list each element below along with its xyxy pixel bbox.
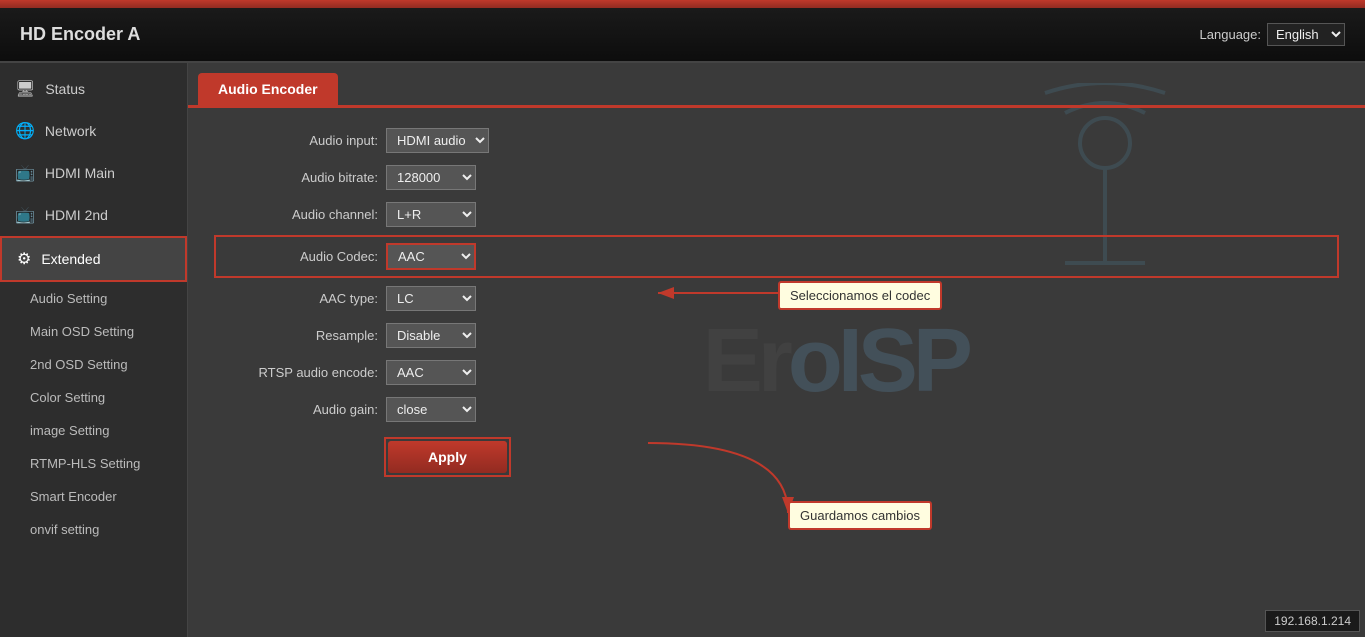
gear-icon: ⚙ [17,249,31,269]
select-audio-bitrate[interactable]: 128000 [386,165,476,190]
select-audio-input[interactable]: HDMI audio [386,128,489,153]
sidebar-item-status[interactable]: 🖥 Status [0,68,187,110]
label-audio-codec: Audio Codec: [218,249,378,264]
sidebar-label-hdmi-main: HDMI Main [45,165,115,181]
select-audio-channel[interactable]: L+R L R [386,202,476,227]
label-audio-bitrate: Audio bitrate: [218,170,378,185]
sidebar-subitem-onvif[interactable]: onvif setting [0,513,187,546]
sidebar-item-extended[interactable]: ⚙ Extended [0,236,187,282]
row-audio-bitrate: Audio bitrate: 128000 [218,165,1335,190]
row-rtsp-audio: RTSP audio encode: AAC G.711 [218,360,1335,385]
select-aac-type[interactable]: LC HE HEv2 [386,286,476,311]
sidebar-subitem-rtmp-hls[interactable]: RTMP-HLS Setting [0,447,187,480]
sidebar-subitem-image-setting[interactable]: image Setting [0,414,187,447]
row-audio-channel: Audio channel: L+R L R [218,202,1335,227]
row-audio-input: Audio input: HDMI audio [218,128,1335,153]
red-bar [0,0,1365,8]
form-area: Audio input: HDMI audio Audio bitrate: 1… [188,108,1365,495]
sidebar-label-hdmi-2nd: HDMI 2nd [45,207,108,223]
sidebar-label-extended: Extended [41,251,100,267]
sidebar-label-network: Network [45,123,96,139]
content-area: EroISP Audio Encoder Audio input: HDMI a… [188,63,1365,637]
row-audio-gain: Audio gain: close low medium high [218,397,1335,422]
sidebar: 🖥 Status 🌐 Network 📺 HDMI Main 📺 HDMI 2n… [0,63,188,637]
ip-badge: 192.168.1.214 [1265,610,1360,632]
label-resample: Resample: [218,328,378,343]
label-aac-type: AAC type: [218,291,378,306]
language-label: Language: [1200,27,1261,42]
hdmi-2nd-icon: 📺 [15,205,35,225]
sidebar-subitem-main-osd[interactable]: Main OSD Setting [0,315,187,348]
label-audio-channel: Audio channel: [218,207,378,222]
language-select[interactable]: English Chinese [1267,23,1345,46]
apply-button[interactable]: Apply [388,441,507,473]
main-layout: 🖥 Status 🌐 Network 📺 HDMI Main 📺 HDMI 2n… [0,63,1365,637]
row-resample: Resample: Disable Enable [218,323,1335,348]
apply-button-wrapper: Apply [386,439,509,475]
label-audio-gain: Audio gain: [218,402,378,417]
monitor-icon: 🖥 [15,79,35,99]
sidebar-subitem-audio-setting[interactable]: Audio Setting [0,282,187,315]
sidebar-item-hdmi-2nd[interactable]: 📺 HDMI 2nd [0,194,187,236]
sidebar-item-hdmi-main[interactable]: 📺 HDMI Main [0,152,187,194]
select-rtsp-audio[interactable]: AAC G.711 [386,360,476,385]
row-audio-codec: Audio Codec: AAC MP3 G.711 [218,239,1335,274]
select-audio-codec[interactable]: AAC MP3 G.711 [386,243,476,270]
globe-icon: 🌐 [15,121,35,141]
sidebar-item-network[interactable]: 🌐 Network [0,110,187,152]
select-resample[interactable]: Disable Enable [386,323,476,348]
sidebar-subitem-smart-encoder[interactable]: Smart Encoder [0,480,187,513]
hdmi-main-icon: 📺 [15,163,35,183]
sidebar-label-status: Status [45,81,85,97]
label-rtsp-audio: RTSP audio encode: [218,365,378,380]
label-audio-input: Audio input: [218,133,378,148]
sidebar-subitem-2nd-osd[interactable]: 2nd OSD Setting [0,348,187,381]
tab-audio-encoder[interactable]: Audio Encoder [198,73,338,105]
select-audio-gain[interactable]: close low medium high [386,397,476,422]
language-section: Language: English Chinese [1200,23,1345,46]
callout-apply: Guardamos cambios [788,501,932,530]
row-aac-type: AAC type: LC HE HEv2 [218,286,1335,311]
callout-codec: Seleccionamos el codec [778,281,942,310]
app-title: HD Encoder A [20,24,140,45]
header: HD Encoder A Language: English Chinese [0,8,1365,63]
sidebar-subitem-color-setting[interactable]: Color Setting [0,381,187,414]
tab-bar: Audio Encoder [188,63,1365,105]
